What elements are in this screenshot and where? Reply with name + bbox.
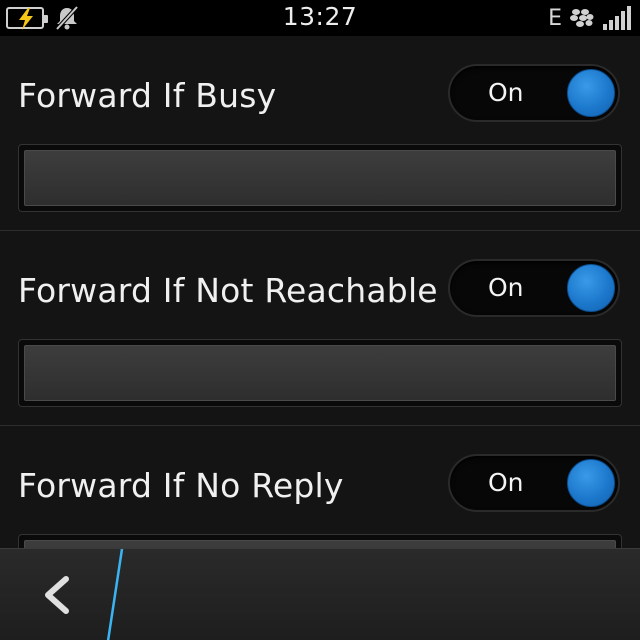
status-right: E — [548, 4, 632, 32]
field-value — [24, 540, 616, 548]
action-bar — [0, 548, 640, 640]
setting-title: Forward If No Reply — [18, 466, 344, 505]
forward-if-not-reachable-toggle[interactable]: On — [448, 259, 620, 317]
setting-forward-if-no-reply: Forward If No Reply On — [0, 426, 640, 548]
toggle-label: On — [488, 78, 524, 107]
field-value — [24, 150, 616, 206]
toggle-knob — [567, 459, 615, 507]
setting-forward-if-not-reachable: Forward If Not Reachable On — [0, 231, 640, 426]
setting-forward-if-busy: Forward If Busy On — [0, 36, 640, 231]
forward-if-busy-toggle[interactable]: On — [448, 64, 620, 122]
forward-if-not-reachable-number-field[interactable] — [18, 339, 622, 407]
settings-list: Forward If Busy On Forward If Not Reacha… — [0, 36, 640, 548]
signal-strength-icon — [603, 6, 631, 30]
status-time: 13:27 — [282, 2, 358, 31]
toggle-knob — [567, 264, 615, 312]
setting-title: Forward If Not Reachable — [18, 271, 438, 310]
forward-if-no-reply-number-field[interactable] — [18, 534, 622, 548]
network-type: E — [548, 5, 562, 31]
back-divider — [106, 549, 124, 640]
toggle-knob — [567, 69, 615, 117]
blackberry-messenger-icon — [570, 9, 594, 27]
setting-title: Forward If Busy — [18, 76, 277, 115]
status-bar: 13:27 E — [0, 0, 640, 36]
forward-if-busy-number-field[interactable] — [18, 144, 622, 212]
back-arrow-icon — [45, 576, 69, 614]
field-value — [24, 345, 616, 401]
forward-if-no-reply-toggle[interactable]: On — [448, 454, 620, 512]
toggle-label: On — [488, 468, 524, 497]
toggle-label: On — [488, 273, 524, 302]
